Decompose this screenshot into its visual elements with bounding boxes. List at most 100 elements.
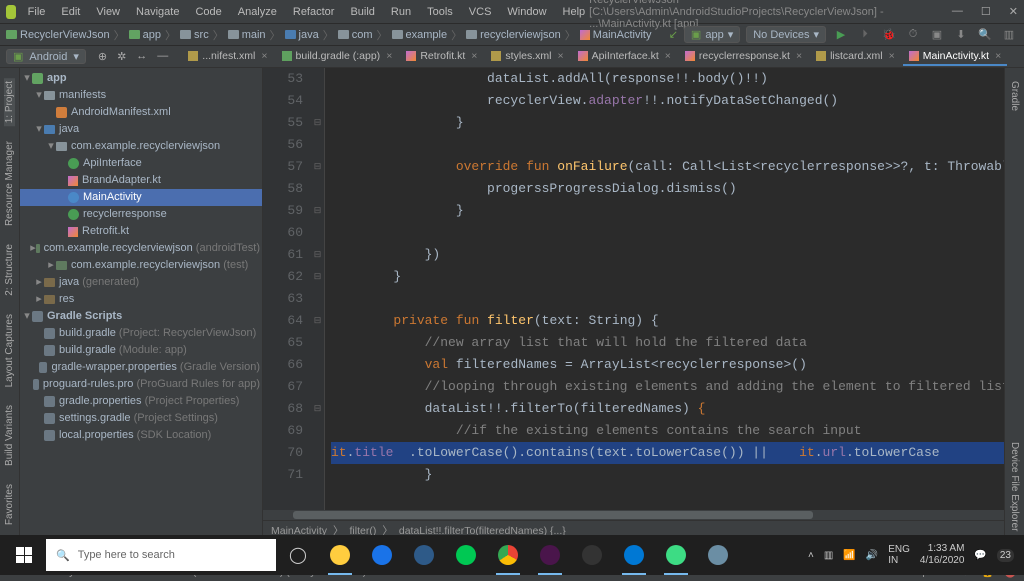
- tray-clock[interactable]: 1:33 AM4/16/2020: [920, 543, 965, 567]
- strip-build-variants[interactable]: Build Variants: [4, 402, 15, 469]
- bc-com[interactable]: com: [338, 29, 373, 41]
- bc-app[interactable]: app: [129, 29, 161, 41]
- vscode-icon[interactable]: [614, 535, 654, 575]
- tree-row[interactable]: gradle-wrapper.properties (Gradle Versio…: [20, 359, 262, 376]
- tree-row[interactable]: build.gradle (Project: RecyclerViewJson): [20, 325, 262, 342]
- tray-notifications-icon[interactable]: 💬: [974, 550, 986, 561]
- menu-vcs[interactable]: VCS: [465, 5, 496, 19]
- strip-layout-captures[interactable]: Layout Captures: [4, 311, 15, 390]
- close-icon[interactable]: ×: [386, 50, 392, 62]
- tree-row[interactable]: ▾manifests: [20, 87, 262, 104]
- tree-row[interactable]: AndroidManifest.xml: [20, 104, 262, 121]
- expand-icon[interactable]: ✲: [117, 50, 126, 63]
- android-studio-icon[interactable]: [656, 535, 696, 575]
- tree-row[interactable]: ▾Gradle Scripts: [20, 308, 262, 325]
- app-icon-3[interactable]: [698, 535, 738, 575]
- taskbar-search[interactable]: 🔍Type here to search: [46, 539, 276, 571]
- tree-row[interactable]: ▾com.example.recyclerviewjson: [20, 138, 262, 155]
- editor-tab[interactable]: listcard.xml×: [810, 48, 901, 66]
- strip-device-file-explorer[interactable]: Device File Explorer: [1009, 439, 1020, 534]
- tree-row[interactable]: MainActivity: [20, 189, 262, 206]
- close-icon[interactable]: ×: [889, 50, 895, 62]
- run-config-combo[interactable]: ▣app▾: [684, 26, 740, 43]
- menu-window[interactable]: Window: [503, 5, 550, 19]
- tree-row[interactable]: ▾app: [20, 70, 262, 87]
- search-icon[interactable]: 🔍: [976, 26, 994, 44]
- start-button[interactable]: [4, 535, 44, 575]
- avd-icon[interactable]: ▣: [928, 26, 946, 44]
- menu-file[interactable]: File: [24, 5, 50, 19]
- strip-gradle[interactable]: Gradle: [1009, 78, 1020, 114]
- menu-tools[interactable]: Tools: [423, 5, 457, 19]
- editor-tab[interactable]: styles.xml×: [485, 48, 569, 66]
- close-icon[interactable]: ✕: [1009, 5, 1018, 18]
- bc-example[interactable]: example: [392, 29, 448, 41]
- tree-row[interactable]: ▾java: [20, 121, 262, 138]
- menu-analyze[interactable]: Analyze: [234, 5, 281, 19]
- chrome-icon[interactable]: [488, 535, 528, 575]
- tree-row[interactable]: gradle.properties (Project Properties): [20, 393, 262, 410]
- sync-icon[interactable]: ↙: [669, 28, 678, 41]
- device-combo[interactable]: No Devices▾: [746, 26, 826, 43]
- horizontal-scrollbar[interactable]: [263, 510, 1004, 520]
- tray-apps-icon[interactable]: ▥: [824, 550, 833, 561]
- strip-favorites[interactable]: Favorites: [4, 481, 15, 528]
- tree-row[interactable]: Retrofit.kt: [20, 223, 262, 240]
- maximize-icon[interactable]: ☐: [981, 5, 991, 18]
- menu-refactor[interactable]: Refactor: [289, 5, 339, 19]
- tray-volume-icon[interactable]: 🔊: [866, 550, 878, 561]
- tree-row[interactable]: recyclerresponse: [20, 206, 262, 223]
- menu-edit[interactable]: Edit: [57, 5, 84, 19]
- run-icon[interactable]: ▶: [832, 26, 850, 44]
- collapse-icon[interactable]: ↔: [136, 50, 147, 63]
- editor-tab[interactable]: Retrofit.kt×: [400, 48, 483, 66]
- tree-row[interactable]: proguard-rules.pro (ProGuard Rules for a…: [20, 376, 262, 393]
- strip-project[interactable]: 1: Project: [4, 78, 15, 126]
- tree-row[interactable]: local.properties (SDK Location): [20, 427, 262, 444]
- bc-java[interactable]: java: [285, 29, 319, 41]
- bc-main[interactable]: main: [228, 29, 266, 41]
- tree-row[interactable]: ▸com.example.recyclerviewjson (androidTe…: [20, 240, 262, 257]
- close-icon[interactable]: ×: [558, 50, 564, 62]
- tree-row[interactable]: ▸java (generated): [20, 274, 262, 291]
- sdk-icon[interactable]: ⬇: [952, 26, 970, 44]
- tree-row[interactable]: ApiInterface: [20, 155, 262, 172]
- editor-tab[interactable]: ApiInterface.kt×: [572, 48, 677, 66]
- minimize-icon[interactable]: —: [952, 5, 963, 18]
- tray-lang[interactable]: ENGIN: [888, 544, 910, 566]
- editor-tab[interactable]: recyclerresponse.kt×: [679, 48, 808, 66]
- strip-structure[interactable]: 2: Structure: [4, 241, 15, 299]
- editor-tab[interactable]: build.gradle (:app)×: [276, 48, 399, 66]
- tree-row[interactable]: settings.gradle (Project Settings): [20, 410, 262, 427]
- locate-icon[interactable]: ⊕: [98, 50, 107, 63]
- bc-root[interactable]: RecyclerViewJson: [6, 29, 110, 41]
- explorer-icon[interactable]: [320, 535, 360, 575]
- close-icon[interactable]: ×: [261, 50, 267, 62]
- close-icon[interactable]: ×: [471, 50, 477, 62]
- strip-resource-manager[interactable]: Resource Manager: [4, 138, 15, 229]
- menu-help[interactable]: Help: [559, 5, 590, 19]
- close-icon[interactable]: ×: [995, 50, 1001, 62]
- bc-file[interactable]: MainActivity: [580, 29, 652, 41]
- bc-pkg[interactable]: recyclerviewjson: [466, 29, 561, 41]
- task-view-icon[interactable]: ◯: [278, 535, 318, 575]
- slack-icon[interactable]: [530, 535, 570, 575]
- menu-view[interactable]: View: [92, 5, 124, 19]
- store-icon[interactable]: [404, 535, 444, 575]
- app-icon-1[interactable]: [446, 535, 486, 575]
- tree-row[interactable]: ▸com.example.recyclerviewjson (test): [20, 257, 262, 274]
- tray-wifi-icon[interactable]: 📶: [843, 550, 855, 561]
- hide-icon[interactable]: —: [157, 50, 168, 63]
- edge-icon[interactable]: [362, 535, 402, 575]
- app-icon-2[interactable]: [572, 535, 612, 575]
- menu-code[interactable]: Code: [191, 5, 225, 19]
- menu-navigate[interactable]: Navigate: [132, 5, 183, 19]
- apply-changes-icon[interactable]: ⏵: [856, 26, 874, 44]
- debug-icon[interactable]: 🐞: [880, 26, 898, 44]
- tray-chevron-icon[interactable]: ˄: [808, 550, 814, 561]
- profiler-icon[interactable]: ⏱: [904, 26, 922, 44]
- close-icon[interactable]: ×: [796, 50, 802, 62]
- close-icon[interactable]: ×: [665, 50, 671, 62]
- project-scope-combo[interactable]: ▣Android▾: [6, 49, 86, 64]
- editor-tab[interactable]: MainActivity.kt×: [903, 48, 1007, 66]
